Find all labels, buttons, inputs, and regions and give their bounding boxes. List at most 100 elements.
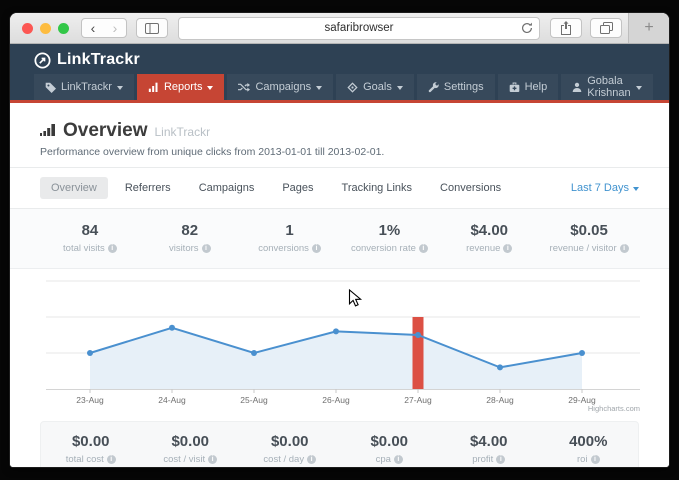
stat-label: total cost — [66, 454, 104, 465]
zoom-window-button[interactable] — [58, 23, 69, 34]
tab-overview[interactable]: Overview — [40, 177, 108, 199]
stat-card: $0.00cpai — [340, 433, 440, 465]
sidebar-toggle-button[interactable] — [136, 18, 168, 38]
data-point — [251, 350, 257, 356]
medkit-icon — [509, 82, 520, 93]
tabs-overview-icon — [600, 22, 613, 34]
safari-window: ‹ › safaribrowser — [10, 13, 669, 467]
tab-tracking-links[interactable]: Tracking Links — [331, 177, 424, 199]
stat-value: $0.00 — [141, 433, 241, 450]
history-nav-buttons: ‹ › — [81, 18, 127, 38]
tab-referrers[interactable]: Referrers — [114, 177, 182, 199]
stat-label: total visits — [63, 243, 105, 254]
nav-item-label: Campaigns — [255, 81, 311, 93]
conversion-bar — [413, 317, 424, 389]
stat-card: 400% roii — [539, 433, 639, 465]
back-button[interactable]: ‹ — [82, 19, 104, 37]
nav-item-campaigns[interactable]: Campaigns — [227, 74, 333, 100]
info-icon[interactable]: i — [591, 455, 600, 464]
stat-value: $0.05 — [539, 222, 639, 239]
brand-name[interactable]: LinkTrackr — [57, 51, 140, 69]
x-axis-label: 24-Aug — [158, 395, 186, 405]
share-icon — [560, 21, 572, 35]
chevron-left-icon: ‹ — [91, 20, 96, 36]
linktrackr-logo-icon — [34, 52, 51, 69]
data-point — [497, 364, 503, 370]
page-title: Overview — [63, 120, 148, 142]
tab-conversions[interactable]: Conversions — [429, 177, 512, 199]
caret-down-icon — [633, 187, 639, 191]
stat-value: 1 — [240, 222, 340, 239]
x-axis-label: 27-Aug — [404, 395, 432, 405]
info-icon[interactable]: i — [620, 244, 629, 253]
info-icon[interactable]: i — [503, 244, 512, 253]
info-icon[interactable]: i — [208, 455, 217, 464]
nav-item-reports[interactable]: Reports — [137, 74, 225, 100]
data-point — [169, 325, 175, 331]
stat-card: $0.00cost / dayi — [240, 433, 340, 465]
browser-toolbar: ‹ › safaribrowser — [10, 13, 669, 44]
main-menu: LinkTrackr Reports Campaigns GoalsSettingsH… — [10, 74, 669, 100]
info-icon[interactable]: i — [107, 455, 116, 464]
info-icon[interactable]: i — [307, 455, 316, 464]
visits-chart: 23-Aug24-Aug25-Aug26-Aug27-Aug28-Aug29-A… — [10, 269, 669, 414]
info-icon[interactable]: i — [202, 244, 211, 253]
page-subtitle: Performance overview from unique clicks … — [40, 146, 639, 158]
stat-value: $4.00 — [439, 222, 539, 239]
nav-item-goals[interactable]: Goals — [336, 74, 414, 100]
tab-label: Conversions — [440, 182, 501, 194]
stats-row-top: 84total visitsi82visitorsi1conversionsi1… — [10, 209, 669, 269]
stat-value: $4.00 — [439, 433, 539, 450]
info-icon[interactable]: i — [419, 244, 428, 253]
chart-credit[interactable]: Highcharts.com — [588, 404, 640, 413]
nav-item-settings[interactable]: Settings — [417, 74, 495, 100]
stat-card: 1%conversion ratei — [340, 222, 440, 254]
nav-item-help[interactable]: Help — [498, 74, 559, 100]
user-icon — [572, 82, 582, 92]
info-icon[interactable]: i — [108, 244, 117, 253]
page-header: Overview LinkTrackr Performance overview… — [10, 103, 669, 168]
tab-label: Overview — [51, 182, 97, 194]
stat-label: conversions — [258, 243, 309, 254]
x-axis-label: 28-Aug — [486, 395, 514, 405]
overview-bars-icon — [40, 123, 56, 136]
chart-canvas: 23-Aug24-Aug25-Aug26-Aug27-Aug28-Aug29-A… — [10, 269, 667, 414]
date-range-selector[interactable]: Last 7 Days — [571, 182, 639, 194]
data-point — [333, 328, 339, 334]
tab-label: Tracking Links — [342, 182, 413, 194]
stat-label: cost / visit — [163, 454, 205, 465]
forward-button[interactable]: › — [104, 19, 126, 37]
wrench-icon — [428, 82, 439, 93]
screenshot-frame: ‹ › safaribrowser — [0, 0, 679, 480]
close-window-button[interactable] — [22, 23, 33, 34]
stat-card: $4.00profiti — [439, 433, 539, 465]
traffic-lights — [22, 23, 69, 34]
info-icon[interactable]: i — [496, 455, 505, 464]
info-icon[interactable]: i — [394, 455, 403, 464]
stat-value: 400% — [539, 433, 639, 450]
sidebar-toggle-icon — [145, 23, 159, 34]
tab-label: Campaigns — [199, 182, 255, 194]
nav-item-label: Reports — [164, 81, 203, 93]
tab-pages[interactable]: Pages — [271, 177, 324, 199]
address-bar[interactable]: safaribrowser — [178, 17, 540, 40]
refresh-icon[interactable] — [521, 22, 533, 34]
new-tab-button[interactable]: + — [628, 13, 669, 43]
caret-down-icon — [207, 86, 213, 90]
tag-icon — [45, 82, 56, 93]
bar-chart-icon — [148, 82, 159, 92]
nav-item-linktrackr[interactable]: LinkTrackr — [34, 74, 134, 100]
x-axis-label: 23-Aug — [76, 395, 104, 405]
tab-campaigns[interactable]: Campaigns — [188, 177, 266, 199]
data-point — [87, 350, 93, 356]
share-button[interactable] — [550, 18, 582, 38]
info-icon[interactable]: i — [312, 244, 321, 253]
stat-label: roi — [577, 454, 588, 465]
stat-label: visitors — [169, 243, 199, 254]
page-title-suffix: LinkTrackr — [155, 125, 211, 139]
caret-down-icon — [117, 86, 123, 90]
show-all-tabs-button[interactable] — [590, 18, 622, 38]
user-menu[interactable]: Gobala Krishnan — [561, 74, 652, 100]
minimize-window-button[interactable] — [40, 23, 51, 34]
chevron-right-icon: › — [113, 20, 118, 36]
